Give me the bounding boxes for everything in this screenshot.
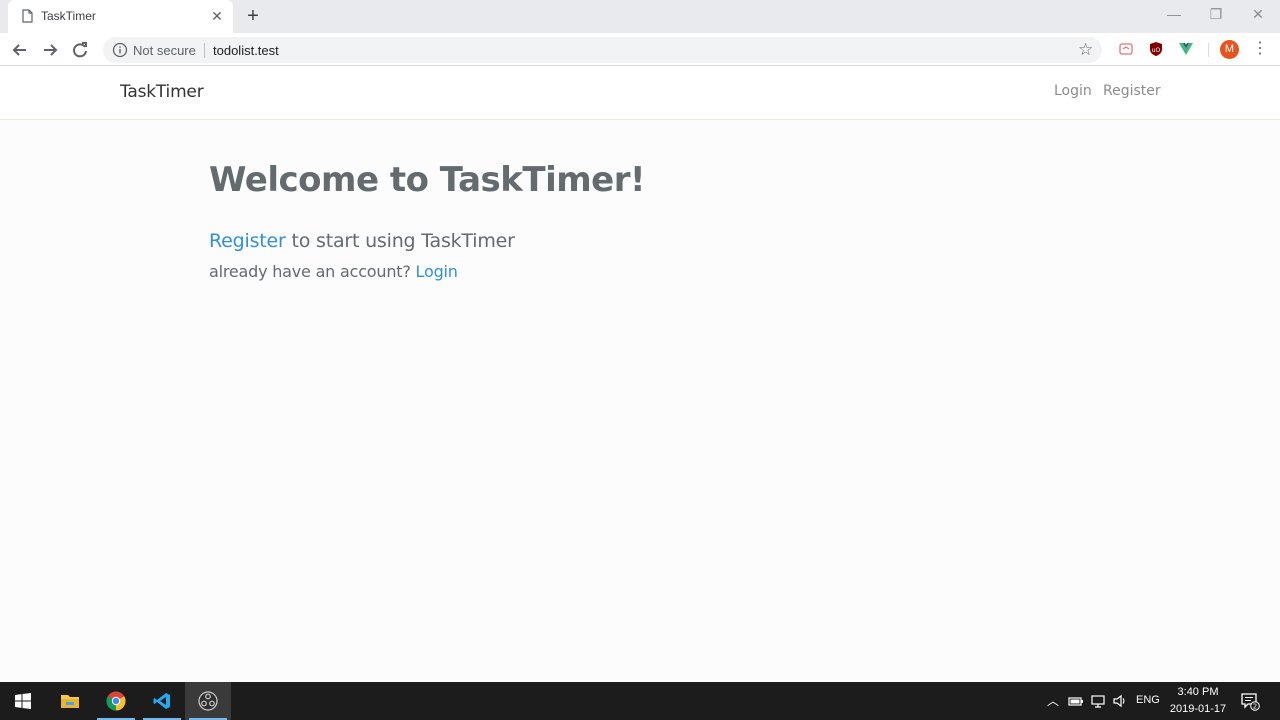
- nav-register-link[interactable]: Register: [1103, 83, 1161, 99]
- battery-icon[interactable]: [1068, 693, 1084, 709]
- site-navbar: TaskTimer Login Register: [0, 67, 1280, 120]
- toolbar-divider: [1208, 43, 1209, 57]
- vue-devtools-icon[interactable]: [1178, 41, 1194, 57]
- restore-icon[interactable]: ❐: [1203, 4, 1229, 24]
- web-page: TaskTimer Login Register Welcome to Task…: [0, 67, 1280, 682]
- tab-tasktimer[interactable]: TaskTimer ✕: [8, 0, 233, 33]
- start-icon: [15, 693, 31, 709]
- extension-icon[interactable]: [1118, 41, 1134, 57]
- start-button[interactable]: [0, 682, 46, 720]
- tab-strip: TaskTimer ✕ + — ❐ ✕: [0, 0, 1280, 33]
- file-explorer-icon: [61, 695, 79, 708]
- volume-icon[interactable]: [1112, 693, 1128, 709]
- notification-count: 2: [1253, 703, 1257, 711]
- browser-toolbar: Not secure todolist.test ☆ uO M ⋮: [0, 33, 1280, 66]
- profile-avatar[interactable]: M: [1220, 40, 1239, 59]
- minimize-icon[interactable]: —: [1161, 4, 1187, 24]
- new-tab-button[interactable]: +: [244, 6, 262, 26]
- vscode-button[interactable]: [139, 682, 185, 720]
- nav-login-link[interactable]: Login: [1054, 83, 1092, 99]
- chrome-button[interactable]: [93, 682, 139, 720]
- tab-title: TaskTimer: [41, 9, 96, 23]
- more-menu-icon[interactable]: ⋮: [1252, 39, 1268, 59]
- address-bar[interactable]: Not secure todolist.test ☆: [103, 37, 1102, 63]
- ublock-icon[interactable]: uO: [1148, 41, 1164, 57]
- star-icon[interactable]: ☆: [1078, 40, 1093, 60]
- reload-icon[interactable]: [69, 39, 91, 61]
- security-status: Not secure: [133, 43, 196, 58]
- network-icon[interactable]: [1090, 693, 1106, 709]
- register-prompt-text: to start using TaskTimer: [285, 230, 515, 252]
- brand-link[interactable]: TaskTimer: [120, 82, 204, 102]
- close-tab-icon[interactable]: ✕: [209, 8, 225, 24]
- omnibox-divider: [204, 43, 205, 58]
- clock-date[interactable]: 2019-01-17: [1160, 703, 1236, 715]
- window-close-icon[interactable]: ✕: [1245, 4, 1271, 24]
- action-center-icon[interactable]: 2: [1240, 691, 1260, 711]
- login-prompt-text: already have an account?: [209, 262, 416, 281]
- page-icon: [22, 9, 33, 23]
- vscode-icon: [153, 693, 170, 709]
- language-indicator[interactable]: ENG: [1136, 694, 1160, 706]
- file-explorer-button[interactable]: [47, 682, 93, 720]
- login-link[interactable]: Login: [416, 262, 458, 281]
- obs-icon: [198, 691, 218, 711]
- svg-text:uO: uO: [1152, 47, 1161, 54]
- chrome-icon: [106, 691, 126, 711]
- clock-time[interactable]: 3:40 PM: [1160, 686, 1236, 698]
- info-icon[interactable]: [112, 42, 128, 58]
- forward-arrow-icon[interactable]: [39, 39, 61, 61]
- login-prompt: already have an account? Login: [209, 262, 458, 281]
- taskbar: ︿ ENG 3:40 PM 2019-01-17 2: [0, 682, 1280, 720]
- page-title: Welcome to TaskTimer!: [209, 160, 646, 200]
- url-text[interactable]: todolist.test: [213, 43, 279, 58]
- register-prompt: Register to start using TaskTimer: [209, 230, 515, 252]
- register-link[interactable]: Register: [209, 230, 286, 252]
- chevron-up-icon[interactable]: ︿: [1045, 693, 1061, 709]
- obs-button[interactable]: [185, 682, 231, 720]
- back-arrow-icon[interactable]: [9, 39, 31, 61]
